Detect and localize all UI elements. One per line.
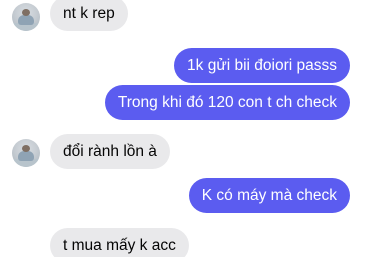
message-bubble-incoming[interactable]: nt k rep	[50, 0, 128, 31]
chat-thread: nt k rep 1k gửi bii đoiori passs Trong k…	[0, 0, 374, 257]
contact-avatar[interactable]	[12, 3, 40, 31]
message-bubble-incoming[interactable]: đổi rành lồn à	[50, 134, 170, 169]
message-bubble-outgoing[interactable]: Trong khi đó 120 con t ch check	[104, 85, 350, 120]
message-bubble-incoming[interactable]: t mua mấy k acc	[50, 228, 189, 257]
contact-avatar[interactable]	[12, 139, 40, 167]
message-bubble-outgoing[interactable]: K có máy mà check	[188, 178, 350, 213]
message-bubble-outgoing[interactable]: 1k gửi bii đoiori passs	[174, 48, 350, 83]
